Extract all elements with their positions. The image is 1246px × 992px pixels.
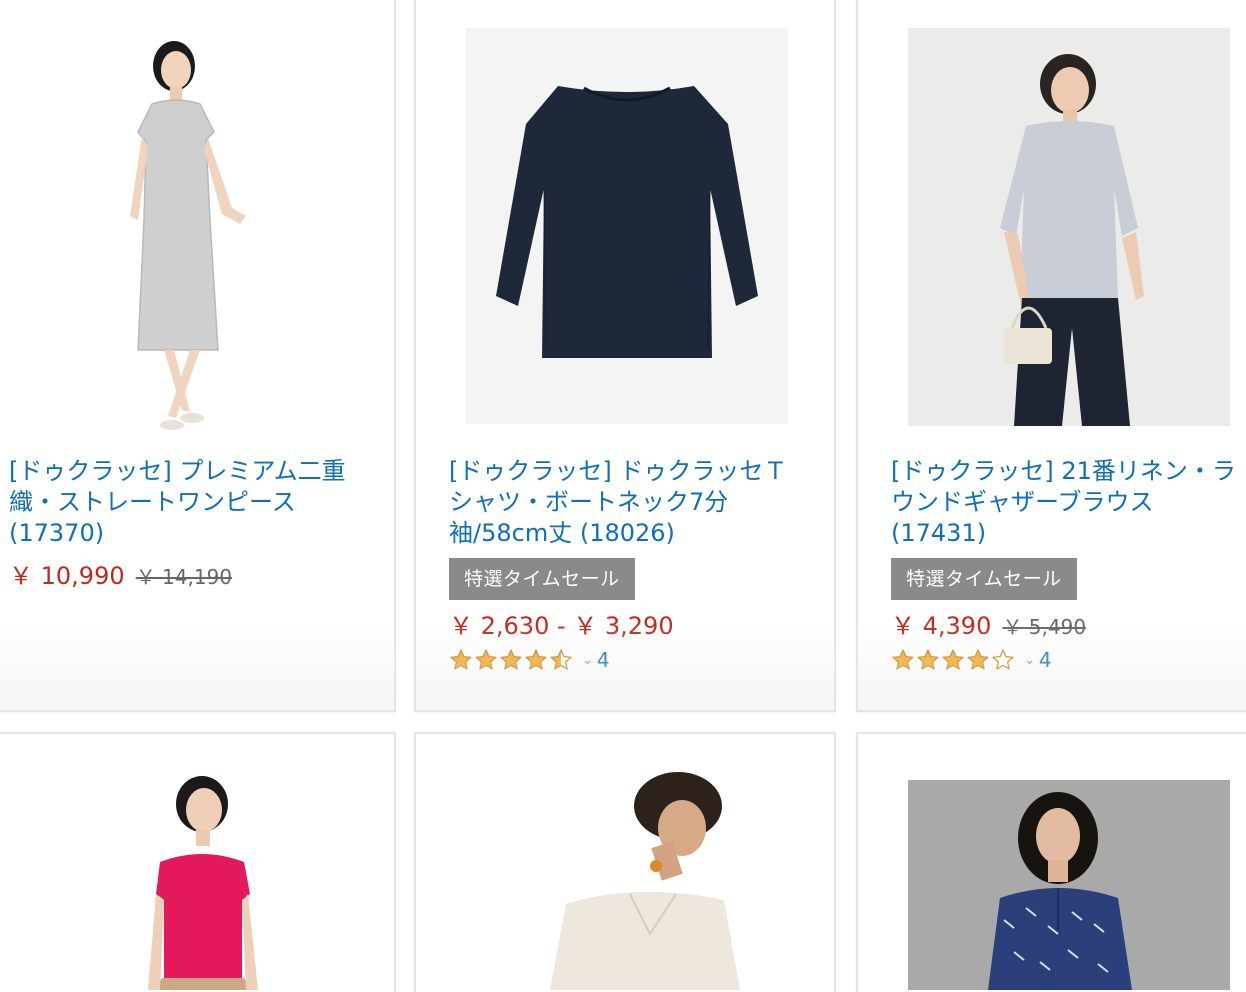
chevron-down-icon[interactable]: ⌄ [582,653,593,668]
product-title[interactable]: [ドゥクラッセ] プレミアム二重織・ストレートワンピース (17370) [9,456,354,549]
star-full-icon [525,649,547,670]
time-sale-badge: 特選タイムセール [449,558,635,600]
time-sale-badge: 特選タイムセール [891,558,1077,600]
review-count[interactable]: 4 [597,648,610,672]
product-image[interactable] [526,770,746,990]
product-card[interactable]: [ドゥクラッセ] 21番リネン・ラウンドギャザーブラウス (17431) 特選タ… [856,0,1246,712]
list-price: ￥ 14,190 [135,565,233,589]
product-price: ￥ 4,390 [891,612,992,640]
price-row: ￥ 4,390 ￥ 5,490 [891,606,1086,641]
product-image[interactable] [908,28,1230,426]
star-full-icon [500,649,522,670]
review-count[interactable]: 4 [1039,648,1052,672]
star-full-icon [942,649,964,670]
product-image[interactable] [82,20,302,440]
product-card[interactable] [414,732,836,992]
rating-row[interactable]: ⌄ 4 [891,648,1052,672]
product-price: ￥ 10,990 [9,562,125,590]
price-row: ￥ 2,630 - ￥ 3,290 [449,606,674,641]
star-full-icon [917,649,939,670]
product-title[interactable]: [ドゥクラッセ] ドゥクラッセＴシャツ・ボートネック7分袖/58cm丈 (180… [449,456,794,549]
product-card[interactable] [0,732,396,992]
star-full-icon [892,649,914,670]
product-price: ￥ 2,630 - ￥ 3,290 [449,612,674,640]
chevron-down-icon[interactable]: ⌄ [1024,653,1035,668]
price-row: ￥ 10,990 ￥ 14,190 [9,556,232,591]
star-full-icon [475,649,497,670]
product-image[interactable] [908,780,1230,990]
product-image[interactable] [118,770,278,990]
star-full-icon [450,649,472,670]
product-title[interactable]: [ドゥクラッセ] 21番リネン・ラウンドギャザーブラウス (17431) [891,456,1236,549]
product-image[interactable] [466,28,788,424]
rating-row[interactable]: ⌄ 4 [449,648,610,672]
list-price: ￥ 5,490 [1002,615,1087,639]
product-card[interactable]: [ドゥクラッセ] プレミアム二重織・ストレートワンピース (17370) ￥ 1… [0,0,396,712]
star-empty-icon [992,649,1014,670]
star-rating[interactable] [449,648,574,672]
star-full-icon [967,649,989,670]
product-card[interactable]: [ドゥクラッセ] ドゥクラッセＴシャツ・ボートネック7分袖/58cm丈 (180… [414,0,836,712]
star-half-icon [550,649,572,670]
product-card[interactable] [856,732,1246,992]
star-rating[interactable] [891,648,1016,672]
